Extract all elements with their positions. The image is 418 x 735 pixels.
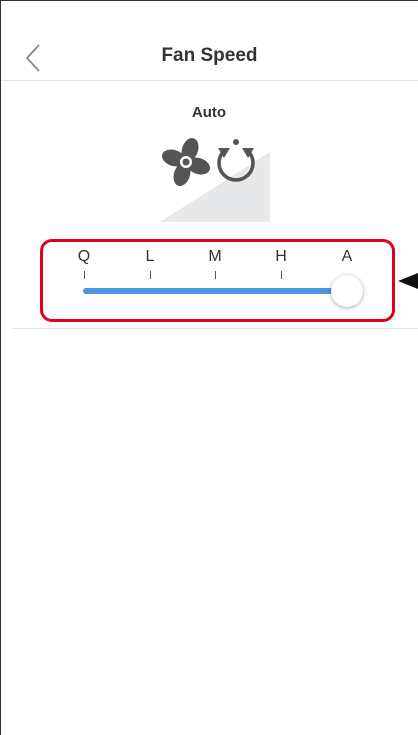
fan-icon [161,137,211,187]
divider [12,328,418,329]
header-bar: Fan Speed [1,1,418,81]
page-title: Fan Speed [161,45,258,66]
mode-label: Auto [191,104,227,121]
pointer-arrow-icon [398,273,418,289]
highlight-box [40,239,395,322]
auto-cycle-icon [217,139,255,182]
